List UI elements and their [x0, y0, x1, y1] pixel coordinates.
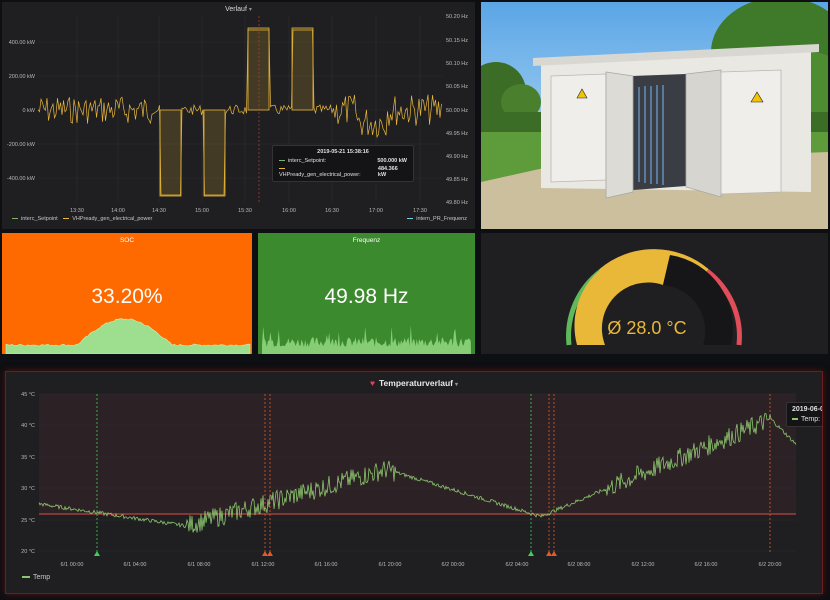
y-right-tick: 49.90 Hz	[446, 154, 468, 160]
temperature-gauge[interactable]: Ø 28.0 °C	[481, 233, 828, 354]
y-right-tick: 50.15 Hz	[446, 38, 468, 44]
power-swatch-icon	[279, 167, 285, 170]
legend-item-power[interactable]: VHPready_gen_electrical_power	[63, 216, 152, 222]
y-tick: 45 °C	[21, 392, 35, 398]
x-tick: 6/1 12:00	[252, 562, 275, 568]
temperatur-chart[interactable]: 45 °C 40 °C 35 °C 30 °C 25 °C 20 °C 6/1 …	[6, 372, 823, 594]
verlauf-tooltip: 2019-05-21 15:38:16 interc_Setpoint: 500…	[272, 145, 414, 182]
y-tick: -200.00 kW	[7, 142, 36, 148]
y-tick: 0 kW	[22, 108, 35, 114]
setpoint-swatch-icon	[279, 159, 285, 162]
setpoint-block-charge-1	[247, 27, 270, 111]
verlauf-chart[interactable]: 400.00 kW 200.00 kW 0 kW -200.00 kW -400…	[2, 2, 475, 229]
tooltip-value: 484.366 kW	[377, 166, 398, 178]
setpoint-block-discharge-2	[203, 109, 226, 197]
x-tick: 6/2 00:00	[442, 562, 465, 568]
legend-label: Temp	[33, 574, 51, 581]
x-tick: 17:30	[413, 208, 427, 214]
y-right-tick: 50.00 Hz	[446, 108, 468, 114]
temp-swatch-icon	[22, 576, 30, 578]
x-tick: 14:30	[152, 208, 166, 214]
annotation-markers	[94, 551, 557, 556]
x-tick: 6/1 08:00	[188, 562, 211, 568]
tooltip-label: VHPready_gen_electrical_power:	[279, 172, 361, 178]
legend-label: interc_Setpoint	[21, 216, 58, 222]
x-tick: 16:30	[325, 208, 339, 214]
y-tick: -400.00 kW	[7, 176, 36, 182]
frequency-swatch-icon	[407, 217, 414, 220]
soc-sparkline	[5, 318, 251, 354]
y-tick: 20 °C	[21, 549, 35, 555]
x-tick: 6/2 04:00	[506, 562, 529, 568]
temperaturverlauf-panel: ♥ Temperaturverlauf ▾ 45 °C 40 °C 35 °C …	[5, 371, 823, 594]
setpoint-block-discharge-1	[159, 109, 182, 197]
x-tick: 6/2 08:00	[568, 562, 591, 568]
x-tick: 6/1 00:00	[61, 562, 84, 568]
legend-label: intern_PR_Frequenz	[416, 216, 467, 222]
alert-threshold-area	[39, 394, 796, 514]
tooltip-row: Temp:	[792, 416, 822, 423]
soc-panel: SOC 33.20%	[2, 233, 252, 354]
y-right-tick: 49.80 Hz	[446, 200, 468, 206]
gauge-panel: Ø 28.0 °C	[481, 233, 828, 354]
x-tick: 6/1 04:00	[124, 562, 147, 568]
x-tick: 15:30	[238, 208, 252, 214]
gauge-value: Ø 28.0 °C	[607, 318, 686, 338]
power-swatch-icon	[63, 217, 70, 220]
y-right-tick: 50.05 Hz	[446, 84, 468, 90]
temperatur-x-ticks: 6/1 00:00 6/1 04:00 6/1 08:00 6/1 12:00 …	[61, 562, 782, 568]
y-tick: 200.00 kW	[9, 74, 36, 80]
y-tick: 30 °C	[21, 486, 35, 492]
y-tick: 35 °C	[21, 455, 35, 461]
verlauf-legend: interc_Setpoint VHPready_gen_electrical_…	[12, 216, 152, 222]
y-tick: 400.00 kW	[9, 40, 36, 46]
temperatur-y-ticks: 45 °C 40 °C 35 °C 30 °C 25 °C 20 °C	[21, 392, 35, 555]
battery-container-photo-icon	[481, 2, 828, 229]
verlauf-x-ticks: 13:30 14:00 14:30 15:00 15:30 16:00 16:3…	[70, 208, 427, 214]
tooltip-time: 2019-05-21 15:38:16	[317, 149, 369, 155]
y-right-tick: 50.10 Hz	[446, 61, 468, 67]
tooltip-value: 500.000 kW	[377, 158, 407, 164]
setpoint-block-charge-2	[291, 27, 314, 111]
tooltip-row: interc_Setpoint: 500.000 kW	[279, 158, 407, 164]
x-tick: 6/2 12:00	[632, 562, 655, 568]
tooltip-time: 2019-06-0	[792, 406, 823, 413]
photo-panel	[481, 2, 828, 229]
verlauf-y-right-ticks: 50.20 Hz 50.15 Hz 50.10 Hz 50.05 Hz 50.0…	[446, 14, 468, 206]
setpoint-swatch-icon	[12, 217, 18, 220]
y-right-tick: 50.20 Hz	[446, 14, 468, 20]
temp-swatch-icon	[792, 418, 798, 420]
y-right-tick: 49.95 Hz	[446, 131, 468, 137]
x-tick: 14:00	[111, 208, 125, 214]
tooltip-label: Temp:	[801, 416, 821, 423]
x-tick: 13:30	[70, 208, 84, 214]
y-tick: 40 °C	[21, 423, 35, 429]
frequenz-sparkline	[262, 325, 471, 354]
x-tick: 6/1 20:00	[379, 562, 402, 568]
x-tick: 15:00	[195, 208, 209, 214]
y-right-tick: 49.85 Hz	[446, 177, 468, 183]
tooltip-label: interc_Setpoint:	[288, 158, 327, 164]
x-tick: 16:00	[282, 208, 296, 214]
x-tick: 6/1 16:00	[315, 562, 338, 568]
verlauf-y-left-ticks: 400.00 kW 200.00 kW 0 kW -200.00 kW -400…	[7, 40, 36, 182]
verlauf-panel: Verlauf ▾ 400.00 kW 200.00 kW 0 kW -200.0…	[2, 2, 475, 229]
legend-label: VHPready_gen_electrical_power	[72, 216, 153, 222]
frequenz-panel: Frequenz 49.98 Hz	[258, 233, 475, 354]
verlauf-legend-right[interactable]: intern_PR_Frequenz	[407, 216, 467, 222]
legend-item-setpoint[interactable]: interc_Setpoint	[12, 216, 58, 222]
tooltip-row: VHPready_gen_electrical_power: 484.366 k…	[279, 166, 407, 178]
y-tick: 25 °C	[21, 518, 35, 524]
temperatur-legend[interactable]: Temp	[22, 574, 50, 581]
x-tick: 6/2 20:00	[759, 562, 782, 568]
x-tick: 6/2 16:00	[695, 562, 718, 568]
x-tick: 17:00	[369, 208, 383, 214]
temperatur-tooltip: 2019-06-0 Temp:	[786, 402, 823, 427]
